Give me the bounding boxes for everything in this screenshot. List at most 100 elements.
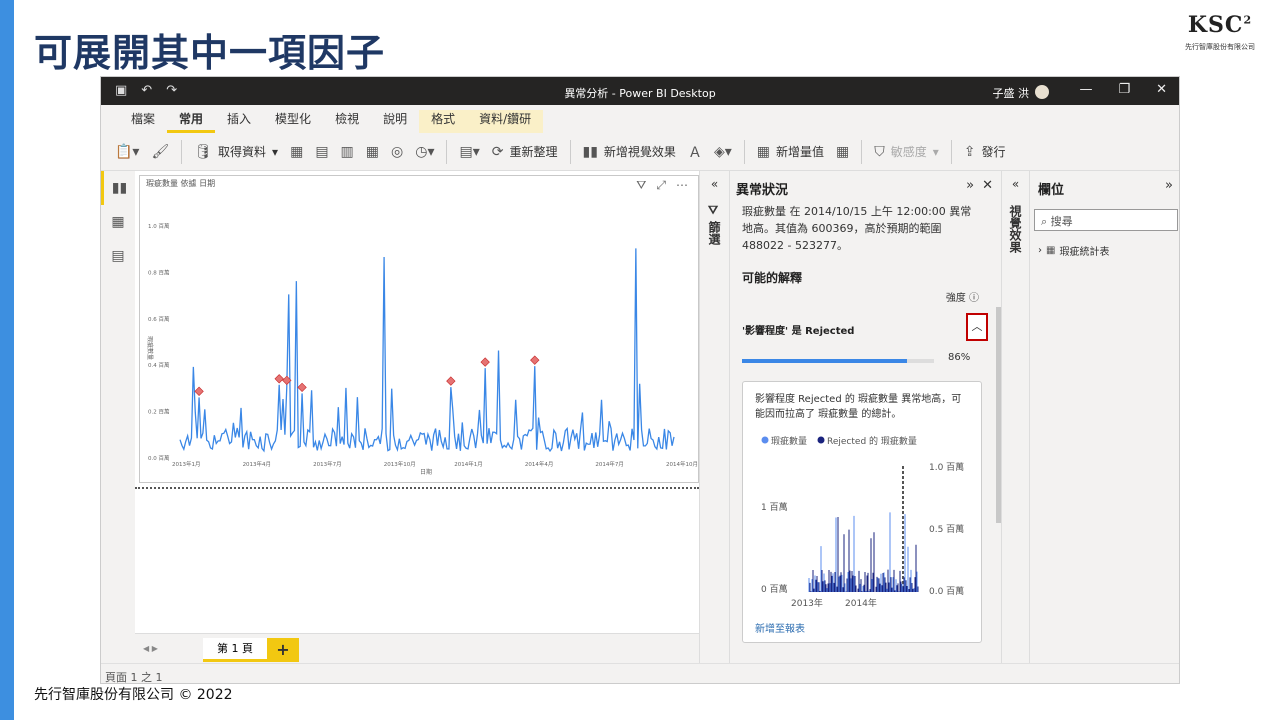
- legend-dot-rejected: [817, 436, 825, 444]
- user-account[interactable]: 子盛 洪: [993, 84, 1049, 101]
- menu-modeling[interactable]: 模型化: [263, 110, 323, 133]
- slide-footer: 先行智庫股份有限公司 © 2022: [34, 687, 233, 703]
- menu-home[interactable]: 常用: [167, 110, 216, 133]
- get-data-button[interactable]: 🛢 取得資料 ▾: [194, 143, 278, 160]
- restore-icon[interactable]: ❐: [1118, 82, 1130, 97]
- slide-title: 可展開其中一項因子: [34, 31, 386, 75]
- format-painter-icon[interactable]: 🖌: [151, 144, 169, 160]
- paste-icon[interactable]: 📋▾: [115, 144, 139, 160]
- collapse-fields-icon[interactable]: »: [1165, 178, 1173, 193]
- info-icon[interactable]: ⓘ: [969, 293, 979, 304]
- new-measure-label: 新增量值: [775, 145, 824, 159]
- sensitivity-button[interactable]: ⛉ 敏感度 ▾: [874, 143, 939, 160]
- legend-dot-defects: [761, 436, 769, 444]
- data-view-icon[interactable]: ▦: [101, 205, 135, 239]
- dataset-icon[interactable]: ▤: [315, 144, 328, 160]
- publish-button[interactable]: ⇪ 發行: [964, 143, 1006, 160]
- recent-sources-icon[interactable]: ◷▾: [415, 144, 434, 160]
- sensitivity-label: 敏感度: [890, 145, 927, 159]
- line-chart: 1.0 百萬0.8 百萬0.6 百萬0.4 百萬0.2 百萬0.0 百萬2013…: [146, 222, 698, 476]
- database-icon: 🛢: [194, 143, 213, 160]
- ribbon-divider: [950, 139, 952, 164]
- bar-chart-icon: ▮▮: [582, 143, 598, 160]
- expand-filters-icon[interactable]: «: [700, 177, 729, 191]
- refresh-button[interactable]: ⟳ 重新整理: [492, 143, 558, 160]
- refresh-icon: ⟳: [491, 143, 504, 160]
- x-axis-label: 日期: [420, 468, 432, 476]
- visualizations-label: 視覺效果: [1008, 205, 1022, 253]
- x-tick-label: 2013年4月: [243, 460, 271, 468]
- anomaly-title: 異常狀況: [736, 183, 789, 198]
- logo-text: KSC: [1187, 12, 1244, 38]
- funnel-icon: ⛛: [707, 205, 721, 222]
- y-axis-label: 瑕疵數量: [146, 336, 154, 360]
- line-chart-visual[interactable]: 瑕疵數量 依據 日期 ⛛ ⤢ ⋯ 1.0 百萬 0.8 百萬 0.6 百萬 0.4 百…: [139, 175, 699, 483]
- fields-search-input[interactable]: ⌕ 搜尋: [1034, 209, 1178, 231]
- model-view-icon[interactable]: ▤: [101, 239, 135, 273]
- right-axis-tick: 0.0 百萬: [929, 585, 964, 597]
- y-tick-label: 1.0 百萬: [148, 222, 170, 230]
- anomaly-marker: [530, 355, 540, 365]
- close-icon[interactable]: ✕: [1156, 82, 1167, 97]
- expand-pane-icon[interactable]: »: [966, 178, 974, 193]
- new-visual-button[interactable]: ▮▮ 新增視覺效果: [583, 143, 676, 160]
- logo-subtitle: 先行智庫股份有限公司: [1185, 43, 1255, 51]
- title-bar: ▣ ↶ ↷ 異常分析 - Power BI Desktop 子盛 洪 — ❐ ✕: [101, 77, 1179, 105]
- collapse-factor-button[interactable]: ︿: [966, 313, 988, 341]
- ribbon-divider: [181, 139, 183, 164]
- menu-view[interactable]: 檢視: [323, 110, 371, 133]
- x-tick-label: 2014年4月: [525, 460, 554, 468]
- menu-format[interactable]: 格式: [419, 110, 468, 133]
- new-measure-button[interactable]: ▦ 新增量值: [757, 143, 824, 160]
- left-axis-tick: 1 百萬: [761, 501, 788, 513]
- tab-page-1[interactable]: 第 1 頁: [203, 638, 267, 662]
- more-visuals-icon[interactable]: ◈▾: [714, 144, 732, 160]
- add-page-button[interactable]: +: [267, 638, 299, 662]
- minimize-icon[interactable]: —: [1079, 82, 1092, 97]
- anomaly-marker: [297, 382, 307, 393]
- menu-insert[interactable]: 插入: [215, 110, 263, 133]
- legend-label-defects: 瑕疵數量: [771, 435, 807, 447]
- close-pane-icon[interactable]: ✕: [982, 178, 993, 193]
- publish-label: 發行: [981, 145, 1006, 159]
- excel-icon[interactable]: ▦: [290, 144, 303, 160]
- right-axis-tick: 1.0 百萬: [929, 461, 964, 473]
- quick-measure-icon[interactable]: ▦: [836, 144, 849, 160]
- slide-accent-bar: [0, 0, 14, 720]
- calculator-icon: ▦: [756, 143, 770, 160]
- y-tick-label: 0.8 百萬: [148, 268, 170, 276]
- strength-percent: 86%: [948, 352, 971, 363]
- menu-help[interactable]: 說明: [371, 110, 419, 133]
- x-tick-label: 2013年1月: [172, 460, 201, 468]
- factor-mini-chart: 瑕疵數量 Rejected 的 瑕疵數量 1 百萬 0 百萬 1.0 百萬 0.5 百萬 0…: [761, 435, 964, 609]
- logo-sup: 2: [1243, 13, 1253, 27]
- enter-data-icon[interactable]: ▦: [366, 144, 379, 160]
- x-tick-label: 2013年7月: [313, 460, 342, 468]
- table-name: 瑕疵統計表: [1059, 247, 1110, 258]
- ribbon-divider: [861, 139, 863, 164]
- textbox-icon[interactable]: Ａ: [688, 142, 702, 162]
- transform-icon[interactable]: ▤▾: [459, 144, 479, 160]
- sql-icon[interactable]: ▥: [341, 144, 354, 160]
- table-item[interactable]: › ▦ 瑕疵統計表: [1038, 243, 1109, 258]
- x-tick-label: 2014年7月: [595, 460, 624, 468]
- menu-bar: 檔案 常用 插入 模型化 檢視 說明 格式 資料/鑽研: [101, 105, 1179, 133]
- chevron-up-icon: ︿: [971, 320, 983, 333]
- y-tick-label: 0.2 百萬: [148, 408, 170, 416]
- dataverse-icon[interactable]: ◎: [391, 144, 403, 160]
- defect-series-line: [179, 248, 675, 453]
- filters-pane-collapsed[interactable]: « ⛛ 篩選: [699, 171, 729, 663]
- year-tick: 2014年: [845, 597, 877, 609]
- menu-file[interactable]: 檔案: [119, 110, 167, 133]
- visualizations-pane-collapsed[interactable]: « 視覺效果: [1001, 171, 1029, 663]
- ribbon-divider: [569, 139, 571, 164]
- expand-visualizations-icon[interactable]: «: [1002, 177, 1029, 191]
- canvas-divider: [135, 487, 699, 489]
- add-to-report-link[interactable]: 新增至報表: [755, 620, 805, 635]
- menu-data-drill[interactable]: 資料/鑽研: [467, 110, 544, 133]
- view-switcher: ▮▮ ▦ ▤: [101, 171, 135, 651]
- page-nav-arrows[interactable]: ◀ ▶: [143, 644, 158, 653]
- report-view-icon[interactable]: ▮▮: [101, 171, 135, 205]
- new-visual-label: 新增視覺效果: [603, 145, 676, 159]
- y-tick-label: 0.6 百萬: [148, 315, 170, 323]
